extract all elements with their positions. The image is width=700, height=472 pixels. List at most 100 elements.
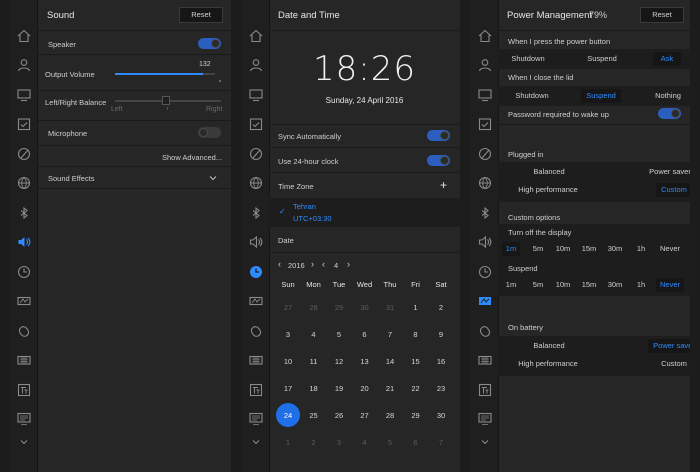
calendar-day[interactable]: 26 <box>327 411 351 420</box>
calendar-day[interactable]: 2 <box>429 303 453 312</box>
account-icon[interactable] <box>17 58 31 72</box>
calendar-day[interactable]: 21 <box>378 384 402 393</box>
suspend-option[interactable]: 15m <box>580 278 598 292</box>
suspend-option[interactable]: 10m <box>554 278 572 292</box>
calendar-day[interactable]: 4 <box>302 330 326 339</box>
keyboard-icon[interactable] <box>478 353 492 367</box>
calendar-day[interactable]: 7 <box>429 438 453 447</box>
battery-balanced-option[interactable]: Balanced <box>524 339 574 353</box>
calendar-day[interactable]: 20 <box>353 384 377 393</box>
speaker-toggle[interactable] <box>198 38 221 49</box>
sound-icon[interactable] <box>478 235 492 249</box>
battery-power-saver-option[interactable]: Power saver <box>648 339 690 353</box>
bluetooth-icon[interactable] <box>249 206 263 220</box>
chevron-down-icon[interactable] <box>478 435 492 449</box>
battery-icon[interactable] <box>249 294 263 308</box>
output-volume-slider[interactable] <box>115 73 215 75</box>
calendar-day[interactable]: 18 <box>302 384 326 393</box>
prev-year-button[interactable]: ‹ <box>278 259 281 269</box>
battery-custom-option[interactable]: Custom <box>656 357 690 371</box>
display-option[interactable]: 10m <box>554 242 572 256</box>
suspend-option[interactable]: 5m <box>529 278 547 292</box>
calendar-day[interactable]: 24 <box>276 411 300 420</box>
system-info-icon[interactable] <box>249 412 263 426</box>
battery-icon[interactable] <box>17 294 31 308</box>
calendar-day[interactable]: 5 <box>378 438 402 447</box>
calendar-day[interactable]: 30 <box>353 303 377 312</box>
display-option[interactable]: 5m <box>529 242 547 256</box>
chevron-down-icon[interactable] <box>207 172 219 184</box>
battery-icon[interactable] <box>478 294 492 308</box>
display-option[interactable]: 1m <box>502 242 520 256</box>
next-month-button[interactable]: › <box>347 259 350 269</box>
reset-button[interactable]: Reset <box>640 7 684 23</box>
display-icon[interactable] <box>17 88 31 102</box>
keyboard-icon[interactable] <box>17 353 31 367</box>
calendar-day[interactable]: 19 <box>327 384 351 393</box>
display-icon[interactable] <box>478 88 492 102</box>
calendar-day[interactable]: 1 <box>404 303 428 312</box>
calendar-day[interactable]: 29 <box>404 411 428 420</box>
calendar-day[interactable]: 30 <box>429 411 453 420</box>
display-option[interactable]: 1h <box>632 242 650 256</box>
calendar-day[interactable]: 23 <box>429 384 453 393</box>
display-option[interactable]: 15m <box>580 242 598 256</box>
power-ask-option[interactable]: Ask <box>653 52 681 66</box>
fonts-icon[interactable] <box>17 383 31 397</box>
calendar-day[interactable]: 8 <box>404 330 428 339</box>
plugged-balanced-option[interactable]: Balanced <box>524 165 574 179</box>
clock-icon[interactable] <box>17 265 31 279</box>
password-wake-toggle[interactable] <box>658 108 681 119</box>
battery-high-performance-option[interactable]: High performance <box>512 357 584 371</box>
calendar-day[interactable]: 2 <box>302 438 326 447</box>
calendar-day[interactable]: 5 <box>327 330 351 339</box>
prev-month-button[interactable]: ‹ <box>322 259 325 269</box>
sound-effects-label[interactable]: Sound Effects <box>48 174 95 183</box>
home-icon[interactable] <box>478 29 492 43</box>
calendar-day[interactable]: 7 <box>378 330 402 339</box>
sound-icon[interactable] <box>17 235 31 249</box>
fonts-icon[interactable] <box>249 383 263 397</box>
calendar-day[interactable]: 14 <box>378 357 402 366</box>
home-icon[interactable] <box>17 29 31 43</box>
calendar-check-icon[interactable] <box>249 117 263 131</box>
power-suspend-option[interactable]: Suspend <box>576 52 628 66</box>
next-year-button[interactable]: › <box>311 259 314 269</box>
system-info-icon[interactable] <box>17 412 31 426</box>
power-shutdown-option[interactable]: Shutdown <box>502 52 554 66</box>
display-option[interactable]: Never <box>656 242 684 256</box>
sound-icon[interactable] <box>249 235 263 249</box>
calendar-day[interactable]: 31 <box>378 303 402 312</box>
lid-shutdown-option[interactable]: Shutdown <box>506 89 558 103</box>
suspend-option[interactable]: 1m <box>502 278 520 292</box>
calendar-day[interactable]: 22 <box>404 384 428 393</box>
account-icon[interactable] <box>249 58 263 72</box>
calendar-day[interactable]: 16 <box>429 357 453 366</box>
calendar-check-icon[interactable] <box>478 117 492 131</box>
calendar-day[interactable]: 1 <box>276 438 300 447</box>
calendar-day[interactable]: 6 <box>404 438 428 447</box>
calendar-day[interactable]: 3 <box>276 330 300 339</box>
clock-icon[interactable] <box>249 265 263 279</box>
account-icon[interactable] <box>478 58 492 72</box>
mouse-icon[interactable] <box>478 324 492 338</box>
calendar-day[interactable]: 29 <box>327 303 351 312</box>
personalization-icon[interactable] <box>17 147 31 161</box>
lid-suspend-option[interactable]: Suspend <box>581 89 621 103</box>
calendar-day[interactable]: 12 <box>327 357 351 366</box>
network-icon[interactable] <box>478 176 492 190</box>
fonts-icon[interactable] <box>478 383 492 397</box>
calendar-day[interactable]: 6 <box>353 330 377 339</box>
lid-nothing-option[interactable]: Nothing <box>648 89 688 103</box>
bluetooth-icon[interactable] <box>17 206 31 220</box>
keyboard-icon[interactable] <box>249 353 263 367</box>
use-24h-toggle[interactable] <box>427 155 450 166</box>
display-option[interactable]: 30m <box>606 242 624 256</box>
personalization-icon[interactable] <box>249 147 263 161</box>
calendar-day[interactable]: 28 <box>302 303 326 312</box>
bluetooth-icon[interactable] <box>478 206 492 220</box>
network-icon[interactable] <box>249 176 263 190</box>
calendar-check-icon[interactable] <box>17 117 31 131</box>
balance-handle[interactable] <box>162 96 170 105</box>
reset-button[interactable]: Reset <box>179 7 223 23</box>
